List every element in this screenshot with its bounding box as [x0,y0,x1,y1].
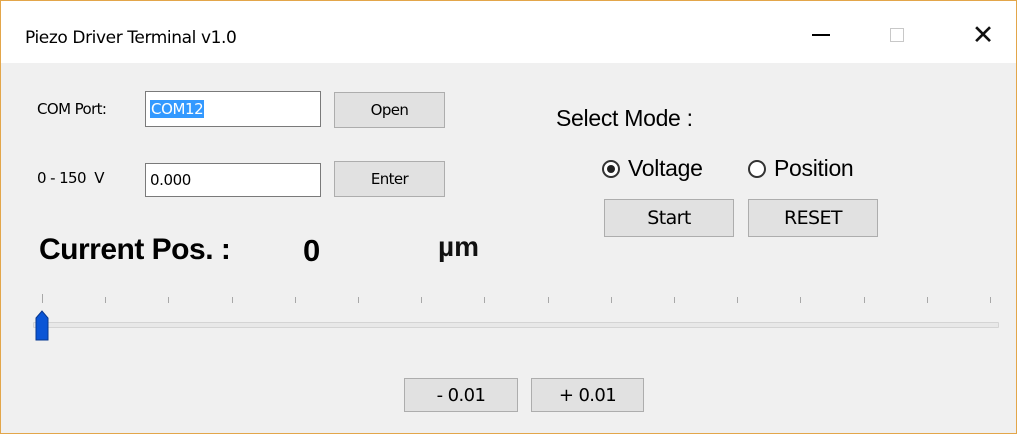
com-port-value: COM12 [150,100,205,118]
slider-tick [105,297,107,303]
voltage-radio[interactable]: Voltage [602,155,703,182]
slider-tick [547,297,549,303]
radio-checked-icon [602,159,620,178]
app-window: Piezo Driver Terminal v1.0 ✕ COM Port: C… [0,0,1017,434]
com-port-input[interactable]: COM12 [145,91,321,127]
open-button[interactable]: Open [334,92,445,128]
slider-tick [863,297,865,303]
position-radio[interactable]: Position [748,155,854,182]
position-radio-label: Position [774,155,854,181]
title-bar: Piezo Driver Terminal v1.0 ✕ [1,1,1016,63]
select-mode-label: Select Mode : [556,105,693,131]
increment-button[interactable]: + 0.01 [531,378,644,412]
slider-tick [990,297,991,303]
slider-tick [737,297,739,303]
slider-tick [421,297,423,303]
slider-tick [294,297,296,303]
current-position-label: Current Pos. : [39,233,231,266]
position-slider-track[interactable] [33,322,999,328]
radio-unchecked-icon [748,159,766,178]
enter-button[interactable]: Enter [334,161,445,197]
voltage-radio-label: Voltage [628,155,703,181]
voltage-input[interactable]: 0.000 [145,163,321,197]
voltage-value: 0.000 [150,171,191,189]
minimize-button[interactable] [791,15,851,55]
slider-tick [42,294,43,303]
maximize-button[interactable] [867,15,927,55]
slider-tick [168,297,170,303]
start-button[interactable]: Start [604,199,734,237]
current-position-value: 0 [303,233,320,268]
maximize-icon [890,28,904,42]
position-unit: µm [438,231,480,262]
minimize-icon [812,34,830,36]
reset-button[interactable]: RESET [748,199,878,237]
slider-tick [800,297,802,303]
slider-tick [484,297,486,303]
com-port-label: COM Port: [37,100,107,118]
close-icon: ✕ [971,19,995,51]
close-button[interactable]: ✕ [953,15,1013,55]
decrement-button[interactable]: - 0.01 [404,378,518,412]
slider-tick [674,297,675,303]
slider-tick [231,297,233,303]
slider-tick [926,297,928,303]
slider-tick [358,297,359,303]
slider-thumb[interactable] [35,309,49,341]
voltage-range-label: 0 - 150 V [37,169,105,187]
window-title: Piezo Driver Terminal v1.0 [25,28,237,48]
slider-tick [610,297,612,303]
